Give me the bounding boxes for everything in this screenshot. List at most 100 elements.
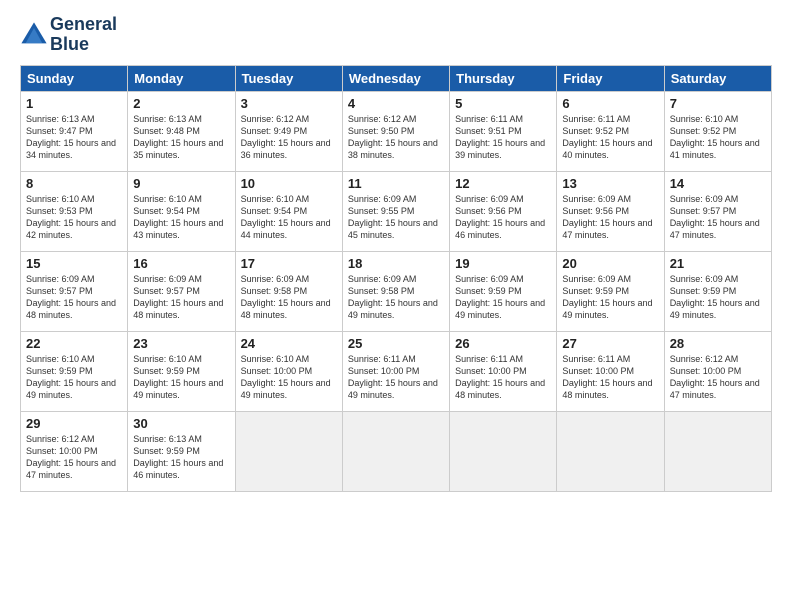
day-number: 19: [455, 256, 551, 271]
day-number: 15: [26, 256, 122, 271]
calendar-header-saturday: Saturday: [664, 65, 771, 91]
calendar-cell: 15 Sunrise: 6:09 AM Sunset: 9:57 PM Dayl…: [21, 251, 128, 331]
calendar-cell: 8 Sunrise: 6:10 AM Sunset: 9:53 PM Dayli…: [21, 171, 128, 251]
day-info: Sunrise: 6:11 AM Sunset: 9:52 PM Dayligh…: [562, 113, 658, 162]
calendar-week-1: 8 Sunrise: 6:10 AM Sunset: 9:53 PM Dayli…: [21, 171, 772, 251]
day-info: Sunrise: 6:11 AM Sunset: 9:51 PM Dayligh…: [455, 113, 551, 162]
calendar-cell: 24 Sunrise: 6:10 AM Sunset: 10:00 PM Day…: [235, 331, 342, 411]
page: General Blue SundayMondayTuesdayWednesda…: [0, 0, 792, 612]
calendar-header-thursday: Thursday: [450, 65, 557, 91]
day-number: 17: [241, 256, 337, 271]
day-number: 11: [348, 176, 444, 191]
day-number: 2: [133, 96, 229, 111]
calendar-cell: 3 Sunrise: 6:12 AM Sunset: 9:49 PM Dayli…: [235, 91, 342, 171]
day-info: Sunrise: 6:09 AM Sunset: 9:58 PM Dayligh…: [241, 273, 337, 322]
day-info: Sunrise: 6:09 AM Sunset: 9:57 PM Dayligh…: [670, 193, 766, 242]
day-info: Sunrise: 6:09 AM Sunset: 9:59 PM Dayligh…: [455, 273, 551, 322]
calendar-cell: [450, 411, 557, 491]
day-info: Sunrise: 6:09 AM Sunset: 9:56 PM Dayligh…: [562, 193, 658, 242]
calendar-cell: 2 Sunrise: 6:13 AM Sunset: 9:48 PM Dayli…: [128, 91, 235, 171]
calendar-cell: 4 Sunrise: 6:12 AM Sunset: 9:50 PM Dayli…: [342, 91, 449, 171]
calendar-cell: 26 Sunrise: 6:11 AM Sunset: 10:00 PM Day…: [450, 331, 557, 411]
calendar-cell: 22 Sunrise: 6:10 AM Sunset: 9:59 PM Dayl…: [21, 331, 128, 411]
day-info: Sunrise: 6:10 AM Sunset: 9:52 PM Dayligh…: [670, 113, 766, 162]
calendar-cell: 11 Sunrise: 6:09 AM Sunset: 9:55 PM Dayl…: [342, 171, 449, 251]
day-number: 23: [133, 336, 229, 351]
calendar-cell: [235, 411, 342, 491]
day-number: 22: [26, 336, 122, 351]
calendar-cell: 19 Sunrise: 6:09 AM Sunset: 9:59 PM Dayl…: [450, 251, 557, 331]
calendar-cell: 12 Sunrise: 6:09 AM Sunset: 9:56 PM Dayl…: [450, 171, 557, 251]
day-number: 26: [455, 336, 551, 351]
day-number: 16: [133, 256, 229, 271]
calendar-cell: 5 Sunrise: 6:11 AM Sunset: 9:51 PM Dayli…: [450, 91, 557, 171]
day-info: Sunrise: 6:11 AM Sunset: 10:00 PM Daylig…: [455, 353, 551, 402]
calendar-week-4: 29 Sunrise: 6:12 AM Sunset: 10:00 PM Day…: [21, 411, 772, 491]
day-info: Sunrise: 6:09 AM Sunset: 9:57 PM Dayligh…: [26, 273, 122, 322]
day-number: 7: [670, 96, 766, 111]
calendar-cell: [664, 411, 771, 491]
calendar-header-tuesday: Tuesday: [235, 65, 342, 91]
calendar-cell: 20 Sunrise: 6:09 AM Sunset: 9:59 PM Dayl…: [557, 251, 664, 331]
day-info: Sunrise: 6:12 AM Sunset: 10:00 PM Daylig…: [670, 353, 766, 402]
calendar-cell: 27 Sunrise: 6:11 AM Sunset: 10:00 PM Day…: [557, 331, 664, 411]
calendar-header-sunday: Sunday: [21, 65, 128, 91]
calendar-cell: 30 Sunrise: 6:13 AM Sunset: 9:59 PM Dayl…: [128, 411, 235, 491]
day-number: 28: [670, 336, 766, 351]
calendar-cell: 7 Sunrise: 6:10 AM Sunset: 9:52 PM Dayli…: [664, 91, 771, 171]
day-info: Sunrise: 6:09 AM Sunset: 9:56 PM Dayligh…: [455, 193, 551, 242]
day-info: Sunrise: 6:10 AM Sunset: 9:59 PM Dayligh…: [133, 353, 229, 402]
day-number: 1: [26, 96, 122, 111]
day-info: Sunrise: 6:13 AM Sunset: 9:48 PM Dayligh…: [133, 113, 229, 162]
day-number: 25: [348, 336, 444, 351]
day-info: Sunrise: 6:12 AM Sunset: 9:49 PM Dayligh…: [241, 113, 337, 162]
day-number: 21: [670, 256, 766, 271]
day-info: Sunrise: 6:09 AM Sunset: 9:59 PM Dayligh…: [562, 273, 658, 322]
day-number: 3: [241, 96, 337, 111]
calendar-cell: 18 Sunrise: 6:09 AM Sunset: 9:58 PM Dayl…: [342, 251, 449, 331]
day-info: Sunrise: 6:10 AM Sunset: 9:59 PM Dayligh…: [26, 353, 122, 402]
calendar-cell: 25 Sunrise: 6:11 AM Sunset: 10:00 PM Day…: [342, 331, 449, 411]
day-info: Sunrise: 6:11 AM Sunset: 10:00 PM Daylig…: [348, 353, 444, 402]
day-info: Sunrise: 6:09 AM Sunset: 9:59 PM Dayligh…: [670, 273, 766, 322]
calendar-cell: 16 Sunrise: 6:09 AM Sunset: 9:57 PM Dayl…: [128, 251, 235, 331]
calendar-week-3: 22 Sunrise: 6:10 AM Sunset: 9:59 PM Dayl…: [21, 331, 772, 411]
day-number: 24: [241, 336, 337, 351]
day-number: 8: [26, 176, 122, 191]
calendar-table: SundayMondayTuesdayWednesdayThursdayFrid…: [20, 65, 772, 492]
day-number: 30: [133, 416, 229, 431]
calendar-cell: 6 Sunrise: 6:11 AM Sunset: 9:52 PM Dayli…: [557, 91, 664, 171]
day-info: Sunrise: 6:10 AM Sunset: 9:53 PM Dayligh…: [26, 193, 122, 242]
calendar-cell: [342, 411, 449, 491]
header: General Blue: [20, 15, 772, 55]
calendar-header-wednesday: Wednesday: [342, 65, 449, 91]
calendar-header-monday: Monday: [128, 65, 235, 91]
day-number: 9: [133, 176, 229, 191]
day-number: 10: [241, 176, 337, 191]
calendar-header-friday: Friday: [557, 65, 664, 91]
day-number: 27: [562, 336, 658, 351]
calendar-cell: 23 Sunrise: 6:10 AM Sunset: 9:59 PM Dayl…: [128, 331, 235, 411]
calendar-cell: 14 Sunrise: 6:09 AM Sunset: 9:57 PM Dayl…: [664, 171, 771, 251]
calendar-cell: 28 Sunrise: 6:12 AM Sunset: 10:00 PM Day…: [664, 331, 771, 411]
calendar-cell: 9 Sunrise: 6:10 AM Sunset: 9:54 PM Dayli…: [128, 171, 235, 251]
day-info: Sunrise: 6:11 AM Sunset: 10:00 PM Daylig…: [562, 353, 658, 402]
day-info: Sunrise: 6:13 AM Sunset: 9:47 PM Dayligh…: [26, 113, 122, 162]
calendar-cell: 10 Sunrise: 6:10 AM Sunset: 9:54 PM Dayl…: [235, 171, 342, 251]
calendar-week-0: 1 Sunrise: 6:13 AM Sunset: 9:47 PM Dayli…: [21, 91, 772, 171]
day-info: Sunrise: 6:10 AM Sunset: 9:54 PM Dayligh…: [133, 193, 229, 242]
day-number: 29: [26, 416, 122, 431]
day-info: Sunrise: 6:09 AM Sunset: 9:55 PM Dayligh…: [348, 193, 444, 242]
day-number: 12: [455, 176, 551, 191]
calendar-cell: 1 Sunrise: 6:13 AM Sunset: 9:47 PM Dayli…: [21, 91, 128, 171]
logo-icon: [20, 21, 48, 49]
day-number: 14: [670, 176, 766, 191]
calendar-cell: [557, 411, 664, 491]
day-number: 6: [562, 96, 658, 111]
calendar-cell: 13 Sunrise: 6:09 AM Sunset: 9:56 PM Dayl…: [557, 171, 664, 251]
day-number: 4: [348, 96, 444, 111]
calendar-week-2: 15 Sunrise: 6:09 AM Sunset: 9:57 PM Dayl…: [21, 251, 772, 331]
logo: General Blue: [20, 15, 117, 55]
day-number: 20: [562, 256, 658, 271]
day-number: 13: [562, 176, 658, 191]
